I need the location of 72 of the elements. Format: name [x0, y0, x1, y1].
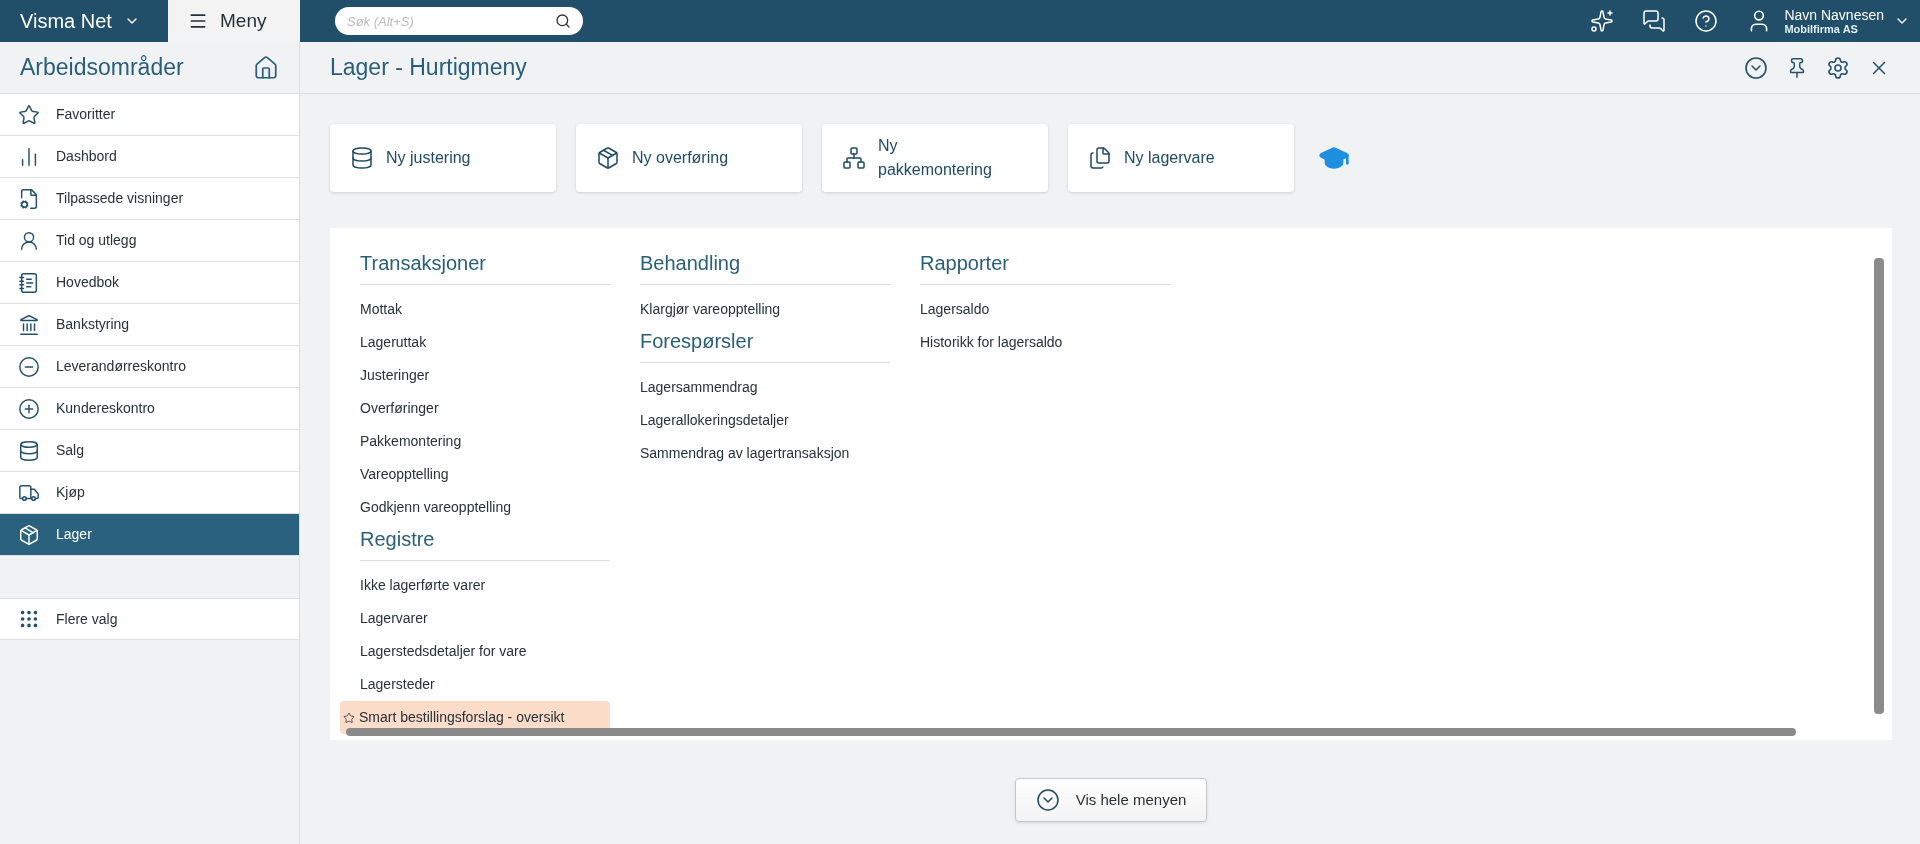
menu-link[interactable]: Sammendrag av lagertransaksjon: [640, 437, 890, 470]
hierarchy-icon: [842, 146, 866, 170]
menu-link[interactable]: Lagersaldo: [920, 293, 1170, 326]
product-switcher[interactable]: Visma Net: [0, 0, 168, 42]
menu-link[interactable]: Overføringer: [360, 392, 610, 425]
quick-action-button[interactable]: Ny pakkemontering: [822, 124, 1048, 192]
plus-circle-icon: [18, 397, 40, 420]
sidebar-title: Arbeidsområder: [20, 53, 184, 83]
settings-icon[interactable]: [1826, 55, 1850, 80]
chevron-down-circle-icon: [1035, 788, 1060, 812]
quick-action-button[interactable]: Ny lagervare: [1068, 124, 1294, 192]
quick-action-button[interactable]: Ny justering: [330, 124, 556, 192]
home-icon[interactable]: [253, 54, 279, 81]
sparkles-icon[interactable]: [1590, 9, 1615, 33]
chat-icon[interactable]: [1642, 9, 1667, 33]
menu-link[interactable]: Ikke lagerførte varer: [360, 569, 610, 602]
sidebar-item[interactable]: Favoritter: [0, 94, 299, 136]
search-field[interactable]: Søk (Alt+S): [335, 7, 583, 35]
quick-action-button[interactable]: Ny overføring: [576, 124, 802, 192]
bank-icon: [18, 313, 40, 336]
person-icon: [18, 229, 40, 252]
section-heading: Forespørsler: [640, 326, 890, 363]
menu-button[interactable]: Meny: [168, 0, 300, 42]
coins-icon: [18, 439, 40, 462]
menu-link[interactable]: Pakkemontering: [360, 425, 610, 458]
vertical-scrollbar[interactable]: [1874, 258, 1884, 714]
collapse-icon[interactable]: [1744, 55, 1768, 80]
sidebar-item[interactable]: Tid og utlegg: [0, 220, 299, 262]
sidebar-item[interactable]: Flere valg: [0, 598, 299, 640]
menu-link[interactable]: Lagerallokeringsdetaljer: [640, 404, 890, 437]
menu-link[interactable]: Historikk for lagersaldo: [920, 326, 1170, 359]
sidebar-item[interactable]: Kjøp: [0, 472, 299, 514]
menu-icon: [188, 11, 208, 31]
section-heading: Rapporter: [920, 248, 1170, 285]
menu-link[interactable]: Lagervarer: [360, 602, 610, 635]
section-heading: Transaksjoner: [360, 248, 610, 285]
star-icon[interactable]: [343, 711, 355, 724]
sidebar-item[interactable]: Bankstyring: [0, 304, 299, 346]
menu-link[interactable]: Lagersammendrag: [640, 371, 890, 404]
package-icon: [18, 523, 40, 546]
user-name: Navn Navnesen: [1784, 7, 1884, 22]
search-icon: [555, 13, 571, 29]
horizontal-scrollbar[interactable]: [346, 728, 1796, 736]
grid-dots-icon: [18, 608, 40, 630]
company-name: Mobilfirma AS: [1784, 23, 1859, 35]
documents-icon: [1088, 146, 1112, 170]
menu-link[interactable]: Justeringer: [360, 359, 610, 392]
star-icon: [18, 103, 40, 126]
sidebar-item[interactable]: Kundereskontro: [0, 388, 299, 430]
sidebar-item[interactable]: Leverandørreskontro: [0, 346, 299, 388]
package-icon: [596, 146, 620, 170]
document-settings-icon: [18, 187, 40, 210]
show-all-button[interactable]: Vis hele menyen: [1014, 778, 1208, 822]
sidebar-item[interactable]: Lager: [0, 514, 299, 556]
menu-link[interactable]: Godkjenn vareopptelling: [360, 491, 610, 524]
menu-link[interactable]: Lageruttak: [360, 326, 610, 359]
page-title: Lager - Hurtigmeny: [330, 53, 528, 83]
sidebar-item[interactable]: Tilpassede visninger: [0, 178, 299, 220]
sidebar-item[interactable]: Dashbord: [0, 136, 299, 178]
menu-link[interactable]: Mottak: [360, 293, 610, 326]
menu-link[interactable]: Lagerstedsdetaljer for vare: [360, 635, 610, 668]
coins-icon: [350, 146, 374, 170]
menu-link[interactable]: Klargjør vareopptelling: [640, 293, 890, 326]
help-icon[interactable]: [1694, 9, 1719, 33]
minus-circle-icon: [18, 355, 40, 378]
sidebar-item[interactable]: Salg: [0, 430, 299, 472]
section-heading: Registre: [360, 524, 610, 561]
menu-link[interactable]: Lagersteder: [360, 668, 610, 701]
menu-link[interactable]: Vareopptelling: [360, 458, 610, 491]
sidebar-item[interactable]: Hovedbok: [0, 262, 299, 304]
notebook-icon: [18, 271, 40, 294]
section-heading: Behandling: [640, 248, 890, 285]
